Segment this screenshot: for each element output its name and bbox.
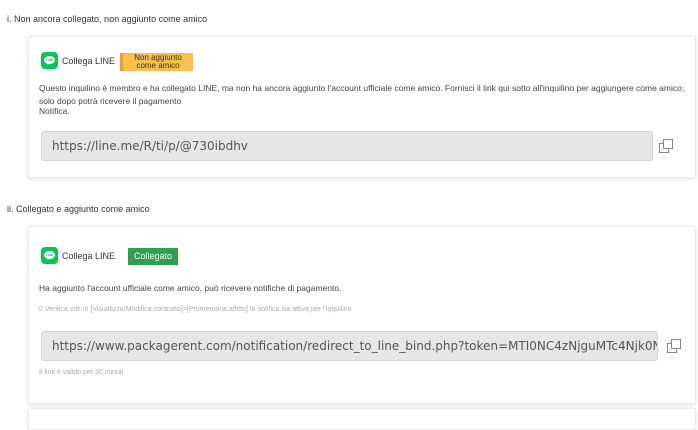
next-card [28,408,696,430]
line-link-label: Collega LINE [62,55,116,66]
line-link-row: LINE Collega LINE [41,52,115,69]
link-validity-note: Il link è valido per 30 minuti [39,369,124,376]
verification-hint: 0 Verifica che in [Visualizza/Modifica c… [39,306,352,313]
friend-link-field[interactable]: https://line.me/R/ti/p/@730ibdhv [41,131,653,161]
status-badge: Collegato [128,248,179,265]
section1-heading: i. Non ancora collegato, non aggiunto co… [7,14,208,24]
bind-link-field[interactable]: https://www.packagerent.com/notification… [41,331,658,361]
line-logo-icon: LINE [41,52,58,69]
line-logo-icon: LINE [41,247,58,264]
section2-card: LINE Collega LINE Collegato Ha aggiunto … [28,226,696,404]
section2-heading: ii. Collegato e aggiunto come amico [7,204,150,214]
line-link-label: Collega LINE [62,250,116,261]
section1-description: Questo inquilino è membro e ha collegato… [39,83,685,106]
copy-icon[interactable] [667,339,681,353]
section1-card: LINE Collega LINE Non aggiunto come amic… [28,36,696,178]
status-badge: Non aggiunto come amico [120,53,193,71]
section2-description: Ha aggiunto l'account ufficiale come ami… [39,283,342,293]
copy-icon[interactable] [659,139,673,153]
line-link-row: LINE Collega LINE [41,247,115,264]
section1-notice: Notifica. [39,106,70,116]
